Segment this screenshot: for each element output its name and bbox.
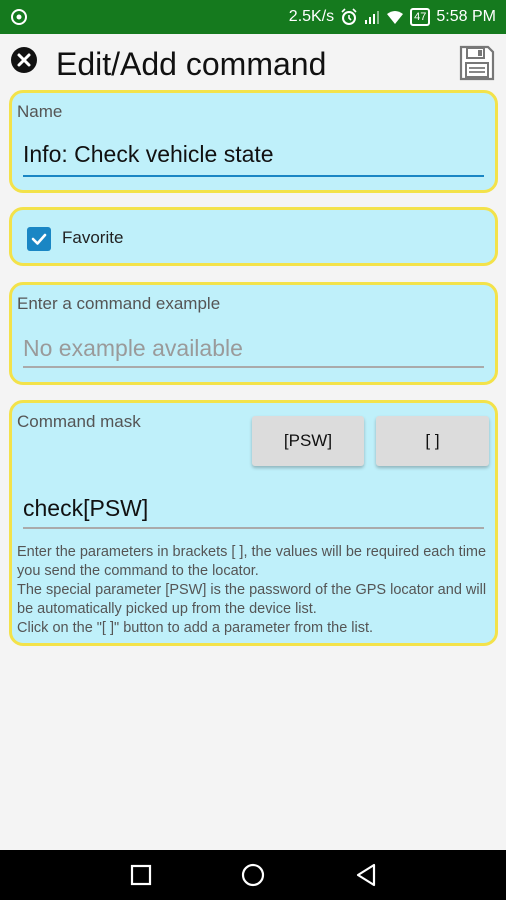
floppy-disk-icon[interactable] [458,44,496,82]
checkmark-icon [31,233,47,245]
sync-icon [11,9,27,25]
command-mask-card: Command mask [PSW] [ ] check[PSW] Enter … [9,400,498,646]
favorite-label: Favorite [62,228,124,247]
page-title: Edit/Add command [56,46,327,82]
add-parameter-button[interactable]: [ ] [376,416,489,466]
circle-icon[interactable] [240,863,266,887]
signal-icon [365,11,380,24]
name-label: Name [17,102,63,121]
psw-parameter-button[interactable]: [PSW] [252,416,364,466]
header: Edit/Add command [0,34,506,94]
favorite-card: Favorite [9,207,498,266]
command-mask-underline [23,527,484,529]
example-label: Enter a command example [17,294,221,313]
name-input[interactable]: Info: Check vehicle state [23,141,484,174]
favorite-checkbox[interactable] [27,227,51,251]
example-card: Enter a command example No example avail… [9,282,498,385]
navigation-bar [0,850,506,900]
name-input-underline [23,175,484,177]
command-mask-input[interactable]: check[PSW] [23,495,484,528]
network-speed: 2.5K/s [288,8,335,25]
square-icon[interactable] [130,863,152,887]
alarm-icon [341,8,357,25]
status-bar: 2.5K/s 47 5:58 PM [0,0,506,34]
example-input[interactable]: No example available [23,335,484,368]
clock: 5:58 PM [436,8,496,25]
command-mask-label: Command mask [17,412,141,431]
wifi-icon [387,11,404,24]
example-input-underline [23,366,484,368]
triangle-back-icon[interactable] [354,863,378,887]
close-circle-icon[interactable] [10,46,38,74]
name-card: Name Info: Check vehicle state [9,90,498,193]
command-mask-help-text: Enter the parameters in brackets [ ], th… [17,544,487,636]
battery-icon: 47 [410,8,431,26]
